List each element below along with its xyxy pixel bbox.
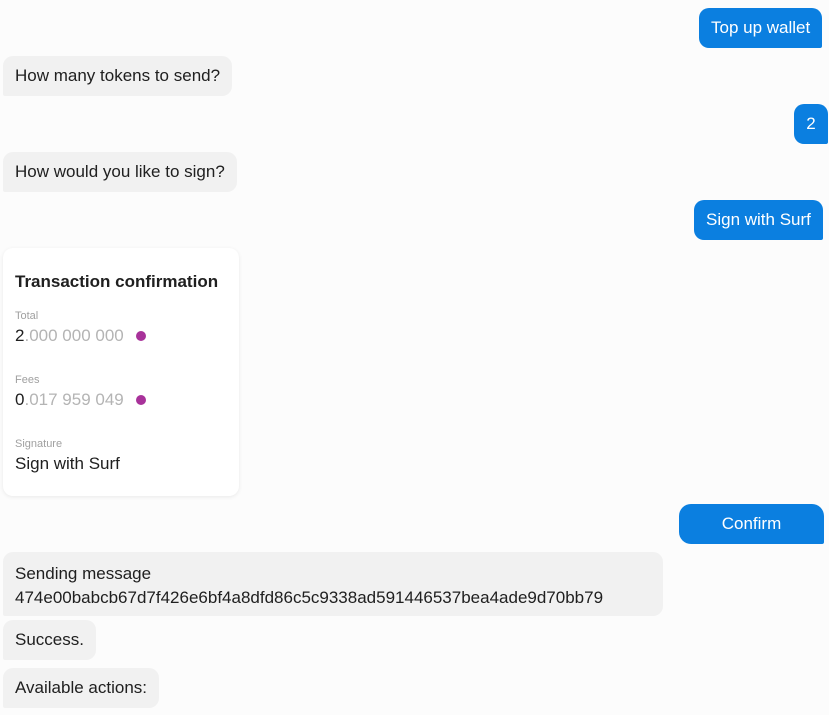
fees-fraction: .017 959 049 bbox=[24, 390, 124, 409]
transaction-confirmation-card: Transaction confirmation Total 2.000 000… bbox=[3, 248, 239, 496]
incoming-message-how-sign: How would you like to sign? bbox=[3, 152, 237, 192]
total-integer: 2 bbox=[15, 326, 25, 345]
chat-thread: Top up wallet How many tokens to send? 2… bbox=[0, 0, 829, 715]
card-title: Transaction confirmation bbox=[15, 272, 219, 291]
message-hash: 474e00babcb67d7f426e6bf4a8dfd86c5c9338ad… bbox=[15, 588, 604, 607]
fees-value: 0.017 959 049 bbox=[15, 390, 146, 410]
fees-integer: 0 bbox=[15, 390, 25, 409]
incoming-message-success: Success. bbox=[3, 620, 96, 660]
outgoing-message-sign-with-surf: Sign with Surf bbox=[694, 200, 823, 240]
token-dot-icon bbox=[135, 395, 146, 405]
total-value: 2.000 000 000 bbox=[15, 326, 146, 346]
confirm-button[interactable]: Confirm bbox=[679, 504, 824, 544]
signature-label: Signature bbox=[15, 438, 63, 450]
outgoing-message-amount: 2 bbox=[794, 104, 828, 144]
sending-label: Sending message bbox=[15, 564, 152, 583]
token-dot-icon bbox=[135, 331, 146, 341]
fees-label: Fees bbox=[15, 374, 40, 386]
incoming-message-sending: Sending message 474e00babcb67d7f426e6bf4… bbox=[3, 552, 663, 616]
incoming-message-how-many-tokens: How many tokens to send? bbox=[3, 56, 233, 96]
incoming-message-available-actions: Available actions: bbox=[3, 668, 159, 708]
outgoing-message-top-up: Top up wallet bbox=[699, 8, 823, 48]
signature-value: Sign with Surf bbox=[15, 454, 120, 473]
total-fraction: .000 000 000 bbox=[24, 326, 124, 345]
total-label: Total bbox=[15, 310, 39, 322]
